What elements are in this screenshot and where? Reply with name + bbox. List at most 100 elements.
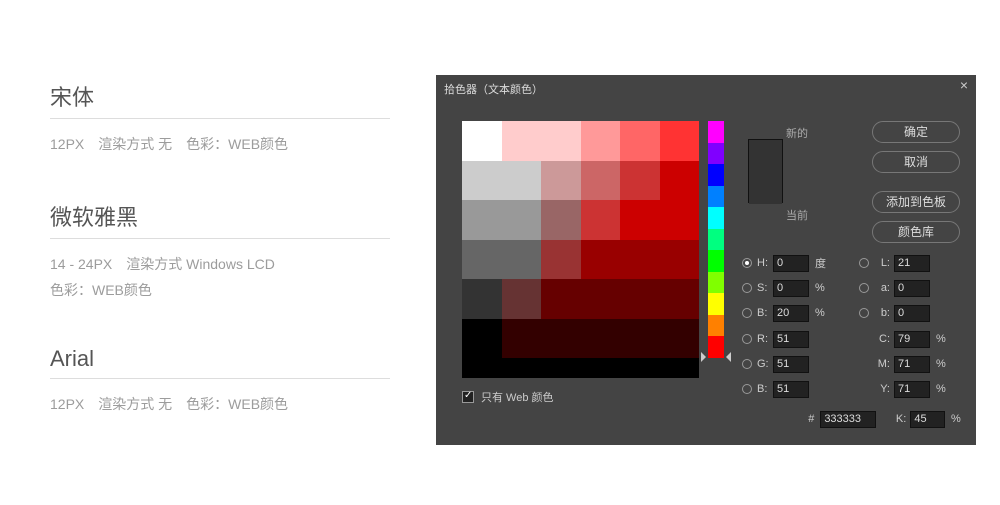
input-c[interactable]: 79	[894, 331, 930, 348]
web-colors-only-label: 只有 Web 颜色	[481, 389, 554, 405]
swatch-cell[interactable]	[462, 319, 502, 359]
swatch-cell[interactable]	[660, 121, 700, 161]
radio-b-rgb[interactable]	[742, 384, 752, 394]
swatch-cell[interactable]	[620, 161, 660, 201]
color-field-bottom-strip[interactable]	[462, 358, 699, 378]
hue-pointer-icon	[701, 352, 706, 362]
color-field[interactable]	[462, 121, 699, 358]
radio-r[interactable]	[742, 334, 752, 344]
input-b-hsb[interactable]: 20	[773, 305, 809, 322]
swatch-cell[interactable]	[502, 200, 542, 240]
swatch-cell[interactable]	[541, 161, 581, 201]
swatch-cell[interactable]	[660, 161, 700, 201]
swatch-cell[interactable]	[660, 200, 700, 240]
input-a[interactable]: 0	[894, 280, 930, 297]
swatch-cell[interactable]	[581, 279, 621, 319]
label-k: K:	[891, 413, 906, 425]
radio-g[interactable]	[742, 359, 752, 369]
swatch-cell[interactable]	[502, 240, 542, 280]
label-hex: #	[742, 413, 820, 425]
hue-segment[interactable]	[708, 293, 724, 315]
hue-segment[interactable]	[708, 315, 724, 337]
swatch-cell[interactable]	[620, 121, 660, 161]
swatch-cell[interactable]	[541, 200, 581, 240]
swatch-cell[interactable]	[581, 121, 621, 161]
label-g: G:	[757, 358, 773, 370]
hue-segment[interactable]	[708, 272, 724, 294]
input-hex[interactable]: 333333	[820, 411, 876, 428]
hue-slider[interactable]	[708, 121, 724, 358]
swatch-cell[interactable]	[620, 240, 660, 280]
label-r: R:	[757, 333, 773, 345]
swatch-cell[interactable]	[462, 240, 502, 280]
radio-a[interactable]	[859, 283, 869, 293]
add-to-swatches-button[interactable]: 添加到色板	[872, 191, 960, 213]
hue-segment[interactable]	[708, 121, 724, 143]
current-color-label: 当前	[786, 207, 808, 223]
ok-button[interactable]: 确定	[872, 121, 960, 143]
new-color-label: 新的	[786, 125, 808, 141]
hue-segment[interactable]	[708, 207, 724, 229]
hue-segment[interactable]	[708, 229, 724, 251]
color-picker-dialog: 拾色器（文本颜色） × 新的 当前 确定 取消 添加到色板 颜色库 H: 0 度…	[436, 75, 976, 445]
input-y[interactable]: 71	[894, 381, 930, 398]
input-b-lab[interactable]: 0	[894, 305, 930, 322]
swatch-cell[interactable]	[462, 121, 502, 161]
font-title: 宋体	[50, 80, 390, 119]
hue-segment[interactable]	[708, 143, 724, 165]
color-library-button[interactable]: 颜色库	[872, 221, 960, 243]
radio-h[interactable]	[742, 258, 752, 268]
radio-b-hsb[interactable]	[742, 308, 752, 318]
web-colors-only-checkbox[interactable]: 只有 Web 颜色	[462, 389, 554, 405]
hue-segment[interactable]	[708, 186, 724, 208]
hue-segment[interactable]	[708, 164, 724, 186]
hue-segment[interactable]	[708, 250, 724, 272]
color-preview	[748, 139, 783, 203]
input-s[interactable]: 0	[773, 280, 809, 297]
swatch-cell[interactable]	[541, 319, 581, 359]
swatch-cell[interactable]	[620, 279, 660, 319]
radio-b-lab[interactable]	[859, 308, 869, 318]
dialog-title: 拾色器（文本颜色）	[444, 81, 543, 97]
swatch-cell[interactable]	[620, 200, 660, 240]
radio-s[interactable]	[742, 283, 752, 293]
swatch-cell[interactable]	[581, 200, 621, 240]
swatch-cell[interactable]	[462, 279, 502, 319]
swatch-cell[interactable]	[541, 121, 581, 161]
swatch-cell[interactable]	[660, 319, 700, 359]
unit-h: 度	[815, 255, 835, 271]
swatch-cell[interactable]	[660, 240, 700, 280]
swatch-cell[interactable]	[462, 161, 502, 201]
input-r[interactable]: 51	[773, 331, 809, 348]
input-g[interactable]: 51	[773, 356, 809, 373]
font-title: Arial	[50, 346, 390, 379]
radio-l[interactable]	[859, 258, 869, 268]
font-desc: 12PX 渲染方式 无 色彩：WEB颜色	[50, 391, 390, 418]
input-b-rgb[interactable]: 51	[773, 381, 809, 398]
hue-segment[interactable]	[708, 336, 724, 358]
swatch-cell[interactable]	[502, 161, 542, 201]
label-b-rgb: B:	[757, 383, 773, 395]
input-h[interactable]: 0	[773, 255, 809, 272]
swatch-cell[interactable]	[620, 319, 660, 359]
swatch-cell[interactable]	[581, 161, 621, 201]
swatch-cell[interactable]	[541, 279, 581, 319]
swatch-cell[interactable]	[502, 121, 542, 161]
font-block-arial: Arial 12PX 渲染方式 无 色彩：WEB颜色	[50, 346, 390, 418]
cancel-button[interactable]: 取消	[872, 151, 960, 173]
swatch-cell[interactable]	[502, 319, 542, 359]
input-k[interactable]: 45	[910, 411, 945, 428]
swatch-cell[interactable]	[502, 279, 542, 319]
label-y: Y:	[874, 383, 890, 395]
swatch-cell[interactable]	[541, 240, 581, 280]
swatch-cell[interactable]	[462, 200, 502, 240]
color-value-fields: H: 0 度 L: 21 S: 0 % a: 0 B: 20 % b:	[742, 253, 970, 434]
input-l[interactable]: 21	[894, 255, 930, 272]
swatch-cell[interactable]	[581, 240, 621, 280]
input-m[interactable]: 71	[894, 356, 930, 373]
label-a: a:	[874, 282, 890, 294]
close-icon[interactable]: ×	[960, 77, 968, 93]
swatch-cell[interactable]	[581, 319, 621, 359]
swatch-cell[interactable]	[660, 279, 700, 319]
checkbox-icon[interactable]	[462, 391, 474, 403]
